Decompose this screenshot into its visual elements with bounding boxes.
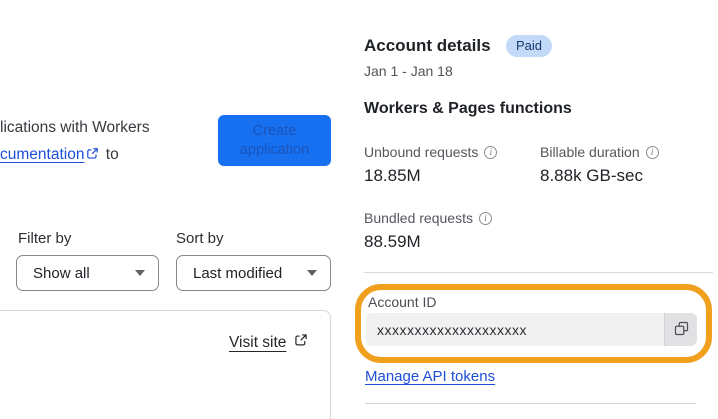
info-icon[interactable]: i: [645, 145, 659, 159]
account-details-title: Account details: [364, 36, 491, 55]
info-icon[interactable]: i: [478, 211, 492, 225]
project-card: [0, 310, 331, 419]
documentation-link[interactable]: cumentation: [0, 146, 84, 163]
paid-plan-badge: Paid: [506, 35, 553, 57]
account-id-field-group: [366, 313, 697, 346]
metric-bundled-requests-label: Bundled requests i: [364, 210, 492, 226]
caret-down-icon: [307, 270, 317, 276]
metric-bundled-requests-value: 88.59M: [364, 232, 421, 251]
account-id-label: Account ID: [368, 294, 437, 310]
visit-site-link[interactable]: Visit site: [229, 333, 310, 352]
external-link-icon: [294, 333, 308, 352]
copy-icon: [674, 321, 689, 339]
manage-api-tokens-link[interactable]: Manage API tokens: [365, 368, 495, 385]
sort-dropdown[interactable]: Last modified: [176, 255, 331, 291]
metric-label-text: Bundled requests: [364, 210, 473, 226]
metric-unbound-requests-label: Unbound requests i: [364, 144, 498, 160]
divider: [364, 272, 713, 273]
metric-label-text: Billable duration: [540, 144, 640, 160]
metric-billable-duration-label: Billable duration i: [540, 144, 659, 160]
account-id-input[interactable]: [366, 313, 664, 346]
create-application-button[interactable]: Create application: [218, 115, 331, 166]
filter-by-label: Filter by: [18, 230, 72, 247]
caret-down-icon: [135, 270, 145, 276]
metric-billable-duration-value: 8.88k GB-sec: [540, 166, 643, 185]
filter-dropdown[interactable]: Show all: [16, 255, 159, 291]
date-range: Jan 1 - Jan 18: [364, 63, 453, 79]
sort-dropdown-value: Last modified: [193, 264, 283, 282]
functions-section-title: Workers & Pages functions: [364, 100, 572, 117]
info-icon[interactable]: i: [484, 145, 498, 159]
intro-line-2: cumentation to: [0, 142, 150, 170]
visit-site-label: Visit site: [229, 333, 287, 351]
dashboard-screenshot: lications with Workers cumentation to Cr…: [0, 0, 718, 419]
intro-text: lications with Workers cumentation to: [0, 115, 150, 169]
sort-by-label: Sort by: [176, 230, 224, 247]
metric-unbound-requests-value: 18.85M: [364, 166, 421, 185]
copy-button[interactable]: [664, 313, 697, 346]
metric-label-text: Unbound requests: [364, 144, 479, 160]
intro-line-1: lications with Workers: [0, 119, 150, 136]
divider: [365, 403, 696, 404]
filter-dropdown-value: Show all: [33, 264, 90, 282]
intro-suffix: to: [105, 145, 119, 163]
external-link-icon: [86, 143, 99, 170]
